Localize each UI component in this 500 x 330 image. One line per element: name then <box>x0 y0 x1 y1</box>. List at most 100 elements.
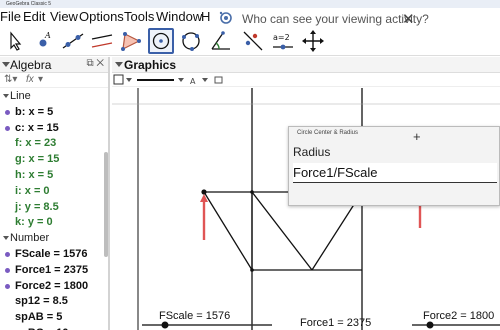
color-swatch-icon[interactable] <box>113 74 124 85</box>
truss-diagonal-left <box>203 191 253 271</box>
visibility-toggle-icon[interactable] <box>5 109 10 115</box>
algebra-item-text: Line <box>10 90 31 102</box>
menu-file[interactable]: File <box>0 8 21 26</box>
algebra-item-text: sp12 = 8.5 <box>15 295 68 308</box>
graphics-title: Graphics <box>124 58 177 72</box>
privacy-icon <box>218 10 234 26</box>
algebra-item-text: k: y = 0 <box>15 216 53 229</box>
algebra-item[interactable]: f: x = 23 <box>0 136 104 152</box>
algebra-item-text: Force1 = 2375 <box>15 263 89 276</box>
algebra-title: Algebra <box>10 58 52 72</box>
slider-fscale-thumb[interactable] <box>161 321 169 329</box>
line-icon <box>62 33 84 49</box>
graphics-header: Graphics <box>112 57 500 73</box>
graphics-canvas[interactable]: FScale = 1576 Force1 = 2375 Force2 = 180… <box>112 88 500 330</box>
slider-fscale-label: FScale = 1576 <box>159 310 230 322</box>
algebra-item-text: c: x = 15 <box>15 121 59 134</box>
move-tool-button[interactable] <box>2 28 28 54</box>
line-tool-button[interactable] <box>60 28 86 54</box>
algebra-item-text: b: x = 5 <box>15 105 54 118</box>
algebra-group-header[interactable]: Line <box>0 89 104 105</box>
algebra-item-text: i: x = 0 <box>15 184 50 197</box>
circle-three-points-tool-button[interactable] <box>178 28 204 54</box>
menu-edit[interactable]: Edit <box>23 8 45 26</box>
move-dialog-icon[interactable]: + <box>413 129 421 144</box>
label-dropdown-icon[interactable] <box>202 78 208 82</box>
algebra-style-bar: ⇅▾ fx ▾ <box>0 73 108 88</box>
algebra-item[interactable]: h: x = 5 <box>0 168 104 184</box>
collapse-triangle-icon[interactable] <box>2 62 10 67</box>
angle-tool-button[interactable] <box>208 28 234 54</box>
algebra-group-header[interactable]: Number <box>0 231 104 247</box>
menu-options[interactable]: Options <box>79 8 124 26</box>
menu-tools[interactable]: Tools <box>124 8 154 26</box>
algebra-item[interactable]: j: y = 8.5 <box>0 200 104 216</box>
radius-input[interactable] <box>293 163 497 183</box>
slider-force2-thumb[interactable] <box>426 321 434 329</box>
slider-tool-label: a=2 <box>273 33 290 42</box>
algebra-item[interactable]: sp12 = 8.5 <box>0 294 104 310</box>
truss-joint-point <box>250 268 254 272</box>
group-collapse-triangle-icon[interactable] <box>3 236 9 241</box>
svg-text:A: A <box>44 31 51 40</box>
force-arrowhead-left <box>200 194 208 202</box>
algebra-item-text: spAB = 5 <box>15 311 63 324</box>
algebra-scrollbar[interactable] <box>104 152 108 257</box>
visibility-toggle-icon[interactable] <box>5 267 10 273</box>
visibility-toggle-icon[interactable] <box>5 125 10 131</box>
line-style-dropdown-icon[interactable] <box>178 78 184 82</box>
algebra-item[interactable]: FScale = 1576 <box>0 247 104 263</box>
algebra-item[interactable]: spAB = 5 <box>0 310 104 326</box>
radius-dialog: Circle Center & Radius + Radius <box>288 126 500 206</box>
algebra-item[interactable]: i: x = 0 <box>0 184 104 200</box>
color-dropdown-icon[interactable] <box>126 78 132 82</box>
perpendicular-line-tool-button[interactable] <box>89 28 115 54</box>
point-tool-button[interactable]: A <box>31 28 57 54</box>
circle-center-radius-icon <box>152 32 170 50</box>
move-graphics-view-tool-button[interactable] <box>300 28 326 54</box>
group-collapse-triangle-icon[interactable] <box>3 94 9 98</box>
algebra-list: Line b: x = 5 c: x = 15 f: x = 23 g: x = 15 h… <box>0 89 104 330</box>
radius-label: Radius <box>293 145 331 159</box>
parallel-lines-icon <box>91 34 113 48</box>
graphics-style-bar: A <box>112 73 500 87</box>
fx-input-icon[interactable]: fx <box>26 74 34 85</box>
angle-icon <box>211 31 230 50</box>
algebra-item[interactable]: k: y = 0 <box>0 215 104 231</box>
visibility-toggle-icon[interactable] <box>5 283 10 289</box>
algebra-item[interactable]: spBC = 10 <box>0 326 104 330</box>
algebra-item[interactable]: Force1 = 2375 <box>0 263 104 279</box>
slider-force1-label: Force1 = 2375 <box>300 317 371 329</box>
slider-force2-label: Force2 = 1800 <box>423 310 494 322</box>
label-style-icon[interactable]: A <box>190 77 196 86</box>
menu-view[interactable]: View <box>50 8 78 26</box>
circle-center-radius-tool-button[interactable] <box>148 28 174 54</box>
algebra-item[interactable]: g: x = 15 <box>0 152 104 168</box>
sort-icon[interactable]: ⇅▾ <box>4 74 17 85</box>
title-bar: GeoGebra Classic 5 <box>0 0 500 8</box>
slider-icon: a=2 <box>273 33 293 50</box>
polygon-tool-button[interactable] <box>118 28 144 54</box>
algebra-item-text: j: y = 8.5 <box>15 200 59 213</box>
algebra-header: Algebra ⧉ ✕ <box>0 57 108 73</box>
algebra-item[interactable]: b: x = 5 <box>0 105 104 121</box>
menu-window[interactable]: Window <box>156 8 202 26</box>
cursor-arrow-icon <box>10 31 22 51</box>
visibility-toggle-icon[interactable] <box>5 251 10 257</box>
lock-icon[interactable] <box>214 76 223 84</box>
panel-controls-icon[interactable]: ⧉ ✕ <box>86 58 104 69</box>
window-title: GeoGebra Classic 5 <box>6 1 52 7</box>
truss-joint-point <box>201 189 207 195</box>
toolbar: A a=2 <box>0 26 500 56</box>
algebra-item-text: f: x = 23 <box>15 137 57 150</box>
point-icon: A <box>39 31 51 47</box>
algebra-item[interactable]: Force2 = 1800 <box>0 279 104 295</box>
algebra-item[interactable]: c: x = 15 <box>0 121 104 137</box>
slider-tool-button[interactable]: a=2 <box>270 28 296 54</box>
algebra-item-text: h: x = 5 <box>15 168 54 181</box>
graphics-collapse-triangle-icon[interactable] <box>115 62 123 67</box>
reflect-about-line-icon <box>243 31 263 51</box>
fx-dropdown-icon[interactable]: ▾ <box>38 74 43 85</box>
reflect-tool-button[interactable] <box>240 28 266 54</box>
truss-joint-point <box>250 190 254 194</box>
